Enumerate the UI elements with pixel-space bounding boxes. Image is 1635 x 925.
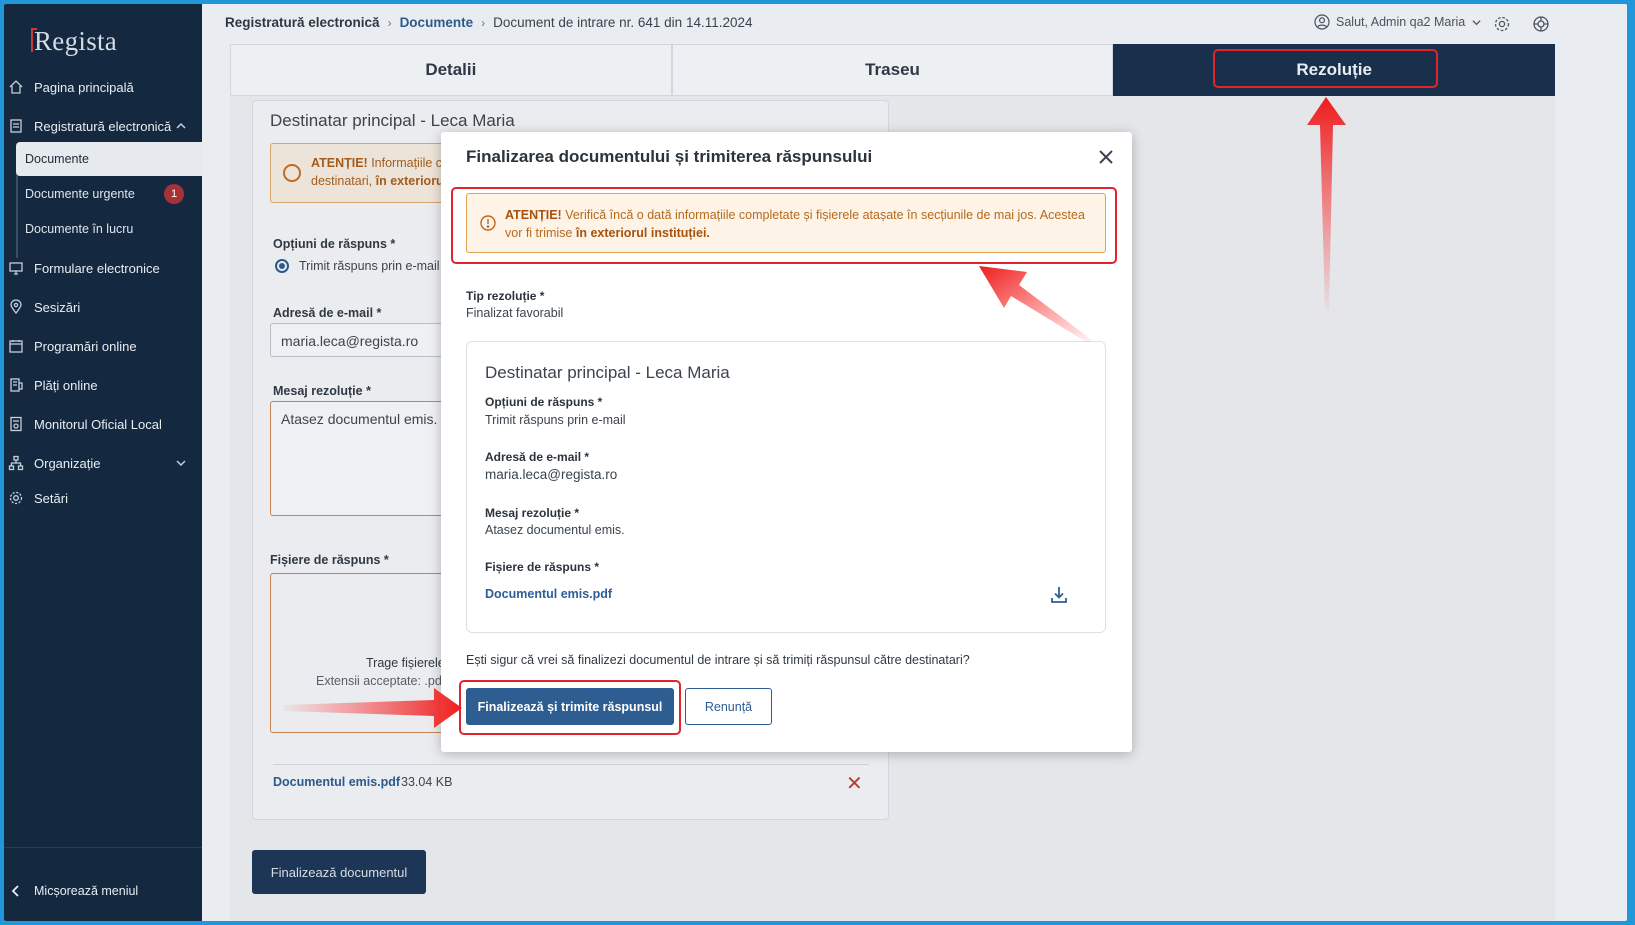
user-greeting: Salut, Admin qa2 Maria xyxy=(1336,15,1466,29)
sidebar-subitem-label: Documente xyxy=(25,152,89,166)
alert-strong: ATENȚIE! xyxy=(311,156,368,170)
tab-traseu[interactable]: Traseu xyxy=(671,44,1114,96)
count-badge: 1 xyxy=(164,184,184,204)
download-icon[interactable] xyxy=(1049,585,1069,605)
help-lifebuoy-icon[interactable] xyxy=(1531,14,1551,34)
sidebar-item-sesizari[interactable]: Sesizări xyxy=(4,292,202,322)
sidebar-item-label: Organizație xyxy=(34,455,101,471)
monitor-icon xyxy=(8,260,24,276)
sidebar-item-label: Plăți online xyxy=(34,377,98,393)
gear-icon xyxy=(8,490,24,506)
radio-label: Trimit răspuns prin e-mail xyxy=(299,259,440,273)
highlight-box-rezolutie xyxy=(1213,49,1438,88)
message-value: Atasez documentul emis. xyxy=(485,523,625,537)
message-label: Mesaj rezoluție * xyxy=(485,506,580,520)
recipient-title: Destinatar principal - Leca Maria xyxy=(485,363,730,382)
collapse-menu-label: Micșorează meniul xyxy=(34,884,139,898)
confirmation-question: Ești sigur că vrei să finalizezi documen… xyxy=(466,653,970,667)
options-value: Trimit răspuns prin e-mail xyxy=(485,413,626,427)
user-avatar-icon xyxy=(1314,14,1330,30)
sidebar-subitem-documente-in-lucru[interactable]: Documente în lucru xyxy=(16,212,202,246)
sidebar-item-setari[interactable]: Setări xyxy=(4,483,202,513)
sidebar-item-label: Setări xyxy=(34,490,68,506)
options-label: Opțiuni de răspuns * xyxy=(485,395,603,409)
alert-text: destinatari, xyxy=(311,174,376,188)
sidebar-item-label: Pagina principală xyxy=(34,79,134,95)
breadcrumb-current: Document de intrare nr. 641 din 14.11.20… xyxy=(493,15,753,30)
sidebar-item-programari[interactable]: Programări online xyxy=(4,331,202,361)
location-pin-icon xyxy=(8,299,24,315)
recipient-title: Destinatar principal - Leca Maria xyxy=(270,111,515,130)
sidebar-item-label: Monitorul Oficial Local xyxy=(34,416,162,432)
document-icon xyxy=(8,118,24,134)
close-icon[interactable] xyxy=(1097,148,1115,166)
email-label: Adresă de e-mail * xyxy=(485,450,590,464)
breadcrumb-separator-icon: › xyxy=(481,15,486,30)
sidebar-item-organizatie[interactable]: Organizație xyxy=(4,448,202,478)
attached-file-link[interactable]: Documentul emis.pdf xyxy=(485,587,612,601)
email-label: Adresă de e-mail * xyxy=(273,306,382,320)
resolution-type-value: Finalizat favorabil xyxy=(466,306,564,320)
divider xyxy=(273,764,869,765)
sidebar-subitem-documente[interactable]: Documente xyxy=(16,142,202,176)
calendar-icon xyxy=(8,338,24,354)
finalize-document-button[interactable]: Finalizează documentul xyxy=(252,850,426,894)
chevron-down-icon[interactable] xyxy=(174,456,188,470)
sidebar-item-formulare[interactable]: Formulare electronice xyxy=(4,253,202,283)
logo[interactable]: Regista xyxy=(31,26,118,57)
sidebar-item-label: Sesizări xyxy=(34,299,81,315)
files-label: Fișiere de răspuns * xyxy=(485,560,600,574)
message-label: Mesaj rezoluție * xyxy=(273,384,371,398)
tab-detalii[interactable]: Detalii xyxy=(230,44,672,96)
cancel-button[interactable]: Renunță xyxy=(685,688,772,725)
sidebar-item-label: Registratură electronică xyxy=(34,118,172,134)
breadcrumb-item[interactable]: Documente xyxy=(400,15,474,30)
recipient-summary-card: Destinatar principal - Leca Maria Opțiun… xyxy=(466,341,1106,633)
collapse-menu-button[interactable]: Micșorează meniul xyxy=(10,884,138,898)
org-chart-icon xyxy=(8,455,24,471)
highlight-box-confirm xyxy=(459,680,681,735)
attached-file-link[interactable]: Documentul emis.pdf xyxy=(273,775,400,789)
gear-icon[interactable] xyxy=(1492,14,1512,34)
files-label: Fișiere de răspuns * xyxy=(270,553,389,567)
user-menu[interactable]: Salut, Admin qa2 Maria xyxy=(1314,14,1482,30)
chevron-up-icon[interactable] xyxy=(174,119,188,133)
modal-title: Finalizarea documentului și trimiterea r… xyxy=(466,147,873,166)
email-value: maria.leca@regista.ro xyxy=(485,467,618,482)
sidebar-item-monitorul-oficial[interactable]: Monitorul Oficial Local xyxy=(4,409,202,439)
official-doc-icon xyxy=(8,416,24,432)
home-icon xyxy=(8,79,24,95)
dropzone-extensions: Extensii acceptate: .pdf, xyxy=(316,674,449,688)
sidebar-item-label: Programări online xyxy=(34,338,137,354)
chevron-down-icon xyxy=(1472,19,1481,25)
sidebar-item-home[interactable]: Pagina principală xyxy=(4,72,202,102)
breadcrumb: Registratură electronică › Documente › D… xyxy=(225,15,753,30)
top-bar: Registratură electronică › Documente › D… xyxy=(202,4,1627,44)
options-label: Opțiuni de răspuns * xyxy=(273,237,396,251)
warning-icon xyxy=(283,164,301,182)
radio-button[interactable] xyxy=(275,259,289,273)
radio-option-email[interactable]: Trimit răspuns prin e-mail xyxy=(275,259,440,273)
logo-text: Regista xyxy=(34,26,118,56)
resolution-type-label: Tip rezoluție * xyxy=(466,289,545,303)
attached-file-size: 33.04 KB xyxy=(401,775,453,789)
sidebar-item-registratura[interactable]: Registratură electronică xyxy=(4,111,202,141)
dropzone-text: Trage fișierele xyxy=(366,656,445,670)
sidebar: Regista Pagina principală Registratură e… xyxy=(4,4,202,921)
highlight-box-alert xyxy=(451,187,1117,264)
payment-icon xyxy=(8,377,24,393)
sidebar-subitem-label: Documente în lucru xyxy=(25,222,134,236)
sidebar-subitem-documente-urgente[interactable]: Documente urgente 1 xyxy=(16,177,202,211)
sidebar-footer: Micșorează meniul xyxy=(4,847,202,921)
sidebar-item-label: Formulare electronice xyxy=(34,260,160,276)
breadcrumb-item[interactable]: Registratură electronică xyxy=(225,15,380,30)
breadcrumb-separator-icon: › xyxy=(387,15,392,30)
remove-file-icon[interactable]: ✕ xyxy=(846,771,863,796)
chevron-left-icon xyxy=(11,885,19,897)
sidebar-subitem-label: Documente urgente xyxy=(25,187,135,201)
sidebar-item-plati[interactable]: Plăți online xyxy=(4,370,202,400)
